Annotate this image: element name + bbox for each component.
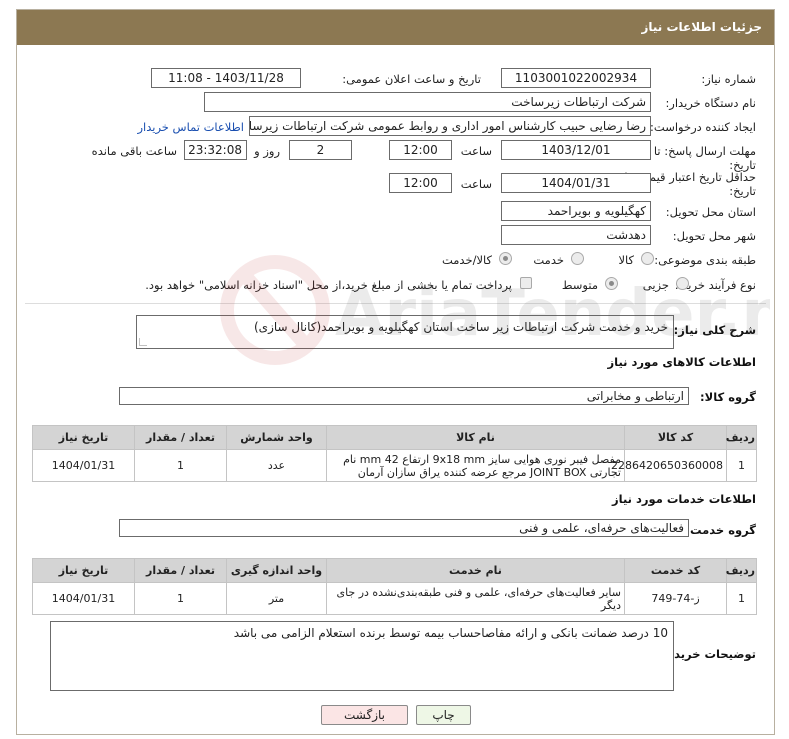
back-button[interactable]: بازگشت (321, 705, 408, 725)
services-cell-unit: متر (226, 582, 327, 615)
buyer-notes-text: 10 درصد ضمانت بانکی و ارائه مفاصاحساب بی… (233, 626, 668, 640)
deadline-time-label: ساعت (460, 144, 492, 158)
services-col-header: نام خدمت (326, 558, 625, 583)
services-section-title: اطلاعات خدمات مورد نیاز (612, 492, 756, 506)
goods-col-header: تعداد / مقدار (134, 425, 227, 450)
details-panel: جزئیات اطلاعات نیاز شماره نیاز: 11030010… (16, 9, 775, 735)
goods-cell-name: مفصل فیبر نوری هوایی سایز 9x18 mm ارتفاع… (326, 449, 625, 482)
remaining-time-label: ساعت باقی مانده (91, 144, 177, 158)
services-col-header: تاریخ نیاز (32, 558, 135, 583)
remaining-time-field[interactable]: 23:32:08 (184, 140, 247, 160)
goods-col-header: واحد شمارش (226, 425, 327, 450)
services-cell-index: 1 (726, 582, 757, 615)
services-cell-qty: 1 (134, 582, 227, 615)
goods-table: ردیف کد کالا نام کالا واحد شمارش تعداد / مقد… (32, 425, 757, 482)
goods-cell-qty: 1 (134, 449, 227, 482)
process-minor-label: جزیی (642, 278, 669, 292)
category-goods-label: کالا (618, 253, 634, 267)
panel-header: جزئیات اطلاعات نیاز (17, 10, 774, 45)
goods-cell-code: 2286420650360008 (611, 449, 727, 482)
goods-cell-date: 1404/01/31 (32, 449, 135, 482)
city-label: شهر محل تحویل: (672, 229, 756, 243)
buyer-org-label: نام دستگاه خریدار: (665, 96, 756, 110)
category-service-radio[interactable] (571, 252, 584, 265)
goods-cell-index: 1 (726, 449, 757, 482)
goods-col-header: تاریخ نیاز (32, 425, 135, 450)
divider (25, 303, 766, 304)
table-row[interactable]: 1 2286420650360008 مفصل فیبر نوری هوایی سا… (32, 449, 757, 482)
buyer-org-field[interactable]: شرکت ارتباطات زیرساخت (204, 92, 651, 112)
category-label: طبقه بندی موضوعی: (654, 253, 756, 267)
deadline-time-field[interactable]: 12:00 (389, 140, 452, 160)
category-service-label: خدمت (533, 253, 564, 267)
services-col-header: واحد اندازه گیری (226, 558, 327, 583)
announce-date-label: تاریخ و ساعت اعلان عمومی: (342, 72, 481, 86)
description-label: شرح کلی نیاز: (673, 323, 756, 337)
services-cell-code: ز-74-749 (624, 582, 727, 615)
resize-grip-icon[interactable] (139, 338, 147, 346)
goods-cell-unit: عدد (226, 449, 327, 482)
services-cell-date: 1404/01/31 (32, 582, 135, 615)
announce-date-field[interactable]: 1403/11/28 - 11:08 (151, 68, 301, 88)
province-label: استان محل تحویل: (665, 205, 756, 219)
table-row[interactable]: 1 ز-74-749 سایر فعالیت‌های حرفه‌ای، علمی و… (32, 582, 757, 615)
process-medium-label: متوسط (561, 278, 598, 292)
services-col-header: کد خدمت (624, 558, 727, 583)
services-group-label: گروه خدمت: (685, 523, 756, 537)
treasury-payment-checkbox[interactable] (520, 277, 532, 289)
services-col-header: ردیف (726, 558, 757, 583)
description-text: خرید و خدمت شرکت ارتباطات زیر ساخت استان… (254, 320, 668, 334)
buyer-notes-textarea[interactable]: 10 درصد ضمانت بانکی و ارائه مفاصاحساب بی… (50, 621, 674, 691)
validity-date-field[interactable]: 1404/01/31 (501, 173, 651, 193)
validity-label-date: تاریخ: (729, 184, 756, 198)
goods-group-label: گروه کالا: (700, 390, 756, 404)
category-goods-service-radio[interactable] (499, 252, 512, 265)
need-number-field[interactable]: 1103001022002934 (501, 68, 651, 88)
goods-col-header: ردیف (726, 425, 757, 450)
goods-section-title: اطلاعات کالاهای مورد نیاز (607, 355, 756, 369)
province-field[interactable]: کهگیلویه و بویراحمد (501, 201, 651, 221)
need-number-label: شماره نیاز: (701, 72, 756, 86)
services-col-header: تعداد / مقدار (134, 558, 227, 583)
goods-group-field[interactable]: ارتباطی و مخابراتی (119, 387, 689, 405)
services-cell-name: سایر فعالیت‌های حرفه‌ای، علمی و فنی طبقه… (326, 582, 625, 615)
validity-time-label: ساعت (460, 177, 492, 191)
goods-col-header: نام کالا (326, 425, 625, 450)
process-minor-radio[interactable] (676, 277, 689, 290)
description-textarea[interactable]: خرید و خدمت شرکت ارتباطات زیر ساخت استان… (136, 315, 674, 349)
services-table: ردیف کد خدمت نام خدمت واحد اندازه گیری تعداد… (32, 558, 757, 615)
validity-time-field[interactable]: 12:00 (389, 173, 452, 193)
goods-table-header: ردیف کد کالا نام کالا واحد شمارش تعداد / مقد… (32, 425, 757, 450)
category-goods-radio[interactable] (641, 252, 654, 265)
creator-label: ایجاد کننده درخواست: (650, 120, 756, 134)
services-group-field[interactable]: فعالیت‌های حرفه‌ای، علمی و فنی (119, 519, 689, 537)
services-table-header: ردیف کد خدمت نام خدمت واحد اندازه گیری تعداد… (32, 558, 757, 583)
creator-field[interactable]: رضا رضایی حبیب کارشناس امور اداری و رواب… (249, 116, 651, 136)
print-button[interactable]: چاپ (416, 705, 471, 725)
category-goods-service-label: کالا/خدمت (441, 253, 492, 267)
process-medium-radio[interactable] (605, 277, 618, 290)
goods-col-header: کد کالا (624, 425, 727, 450)
remaining-days-label: روز و (254, 144, 280, 158)
treasury-payment-note: پرداخت تمام یا بخشی از مبلغ خرید،از محل … (145, 278, 512, 292)
deadline-label: مهلت ارسال پاسخ: تا (653, 144, 756, 158)
remaining-days-field[interactable]: 2 (289, 140, 352, 160)
buyer-contact-link[interactable]: اطلاعات تماس خریدار (137, 120, 244, 134)
city-field[interactable]: دهدشت (501, 225, 651, 245)
deadline-date-field[interactable]: 1403/12/01 (501, 140, 651, 160)
